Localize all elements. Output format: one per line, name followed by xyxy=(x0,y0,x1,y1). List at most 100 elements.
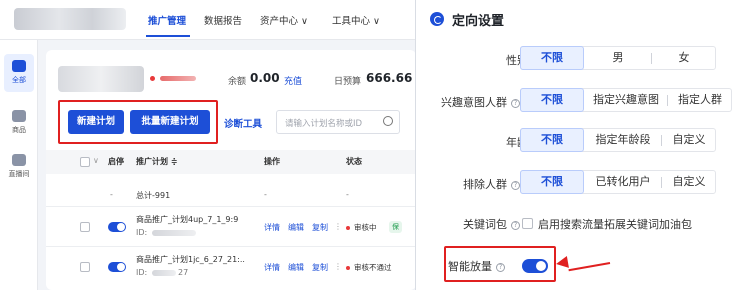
col-toggle: 启停 xyxy=(108,157,124,166)
highlight-box xyxy=(444,246,556,282)
age-option-custom[interactable]: 自定义 xyxy=(662,129,716,151)
balance-value: 0.00 xyxy=(250,71,280,85)
plan-id-suffix: 27 xyxy=(178,268,189,277)
sidebar-item-product[interactable]: 商品 xyxy=(0,110,38,135)
col-status: 状态 xyxy=(346,157,362,166)
plan-id-label: ID: xyxy=(136,228,148,237)
keyword-pack-label-text: 关键词包 xyxy=(463,218,507,231)
nav-tool-center[interactable]: 工具中心 ∨ xyxy=(332,13,380,27)
chevron-down-icon[interactable]: ∨ xyxy=(93,156,99,165)
gender-option-male[interactable]: 男 xyxy=(585,47,651,69)
top-navigation: 推广管理 数据报告 资产中心 ∨ 工具中心 ∨ xyxy=(0,0,415,40)
sidebar-item-label: 直播间 xyxy=(8,170,30,178)
interest-option-specified-audience[interactable]: 指定人群 xyxy=(668,89,732,111)
gender-segmented-control: 不限 男 女 xyxy=(520,46,716,70)
plan-name[interactable]: 商品推广_计划4up_7_1_9:9 xyxy=(136,214,238,225)
diagnose-tool-button[interactable]: 诊断工具 xyxy=(224,116,262,130)
balance-label: 余额 xyxy=(228,77,247,87)
summary-dash: - xyxy=(346,190,349,199)
gender-label: 性别 xyxy=(506,54,528,67)
blurred-account-status xyxy=(160,76,196,81)
row-divider xyxy=(46,246,415,247)
help-icon[interactable]: ? xyxy=(511,221,520,230)
nav-promotion-management[interactable]: 推广管理 xyxy=(148,13,186,27)
row-checkbox[interactable] xyxy=(80,262,90,272)
help-icon[interactable]: ? xyxy=(511,99,520,108)
plan-id-label: ID: xyxy=(136,268,148,277)
summary-dash: - xyxy=(264,190,267,199)
col-actions: 操作 xyxy=(264,157,280,166)
plan-name[interactable]: 商品推广_计划1jc_6_27_21:.. xyxy=(136,254,245,265)
exclude-audience-label-text: 排除人群 xyxy=(463,178,507,191)
search-input[interactable]: 请输入计划名称或ID xyxy=(276,110,400,134)
targeting-icon xyxy=(430,12,444,26)
nav-asset-center[interactable]: 资产中心 ∨ xyxy=(260,13,308,27)
exclude-option-custom[interactable]: 自定义 xyxy=(662,171,716,193)
row-enable-toggle[interactable] xyxy=(108,222,126,232)
col-plan[interactable]: 推广计划 ≑ xyxy=(136,156,178,167)
blurred-logo xyxy=(14,8,126,30)
copy-link[interactable]: 复制 xyxy=(312,262,328,273)
detail-link[interactable]: 详情 xyxy=(264,262,280,273)
exclude-option-unlimited[interactable]: 不限 xyxy=(520,170,584,194)
all-icon xyxy=(12,60,26,72)
nav-data-report[interactable]: 数据报告 xyxy=(204,13,242,27)
blurred-plan-id xyxy=(152,270,176,276)
ad-backend-panel: 推广管理 数据报告 资产中心 ∨ 工具中心 ∨ 全部 商品 直播间 余额 0.0… xyxy=(0,0,416,290)
detail-link[interactable]: 详情 xyxy=(264,222,280,233)
tv-icon xyxy=(12,154,26,166)
exclude-segmented-control: 不限 已转化用户 自定义 xyxy=(520,170,716,194)
lock-icon xyxy=(12,110,26,122)
age-option-range[interactable]: 指定年龄段 xyxy=(585,129,661,151)
keyword-boost-checkbox[interactable] xyxy=(522,218,533,229)
exclude-audience-label: 排除人群? xyxy=(420,176,520,192)
help-icon[interactable]: ? xyxy=(511,181,520,190)
edit-link[interactable]: 编辑 xyxy=(288,262,304,273)
interest-audience-label: 兴趣意图人群? xyxy=(420,94,520,110)
daily-budget-label: 日预算 xyxy=(334,77,362,87)
blurred-account-name xyxy=(58,66,144,92)
blurred-plan-id xyxy=(152,230,196,236)
interest-option-specified-intent[interactable]: 指定兴趣意图 xyxy=(585,89,667,111)
search-icon[interactable] xyxy=(383,116,393,126)
status-dot xyxy=(150,76,155,81)
row-checkbox[interactable] xyxy=(80,222,90,232)
keyword-pack-label: 关键词包? xyxy=(420,216,520,232)
row-divider xyxy=(46,206,415,207)
nav-active-underline xyxy=(146,35,190,37)
row-enable-toggle[interactable] xyxy=(108,262,126,272)
sidebar: 全部 商品 直播间 xyxy=(0,40,38,290)
composite-screenshot: 推广管理 数据报告 资产中心 ∨ 工具中心 ∨ 全部 商品 直播间 余额 0.0… xyxy=(0,0,746,290)
copy-link[interactable]: 复制 xyxy=(312,222,328,233)
more-icon[interactable]: ⋮ xyxy=(334,262,342,271)
highlight-box xyxy=(58,100,218,144)
status-tag: 保 xyxy=(389,221,402,233)
panel-title: 定向设置 xyxy=(452,14,505,29)
targeting-settings-panel: 定向设置 性别 不限 男 女 兴趣意图人群? 不限 指定兴趣意图 指定人群 年龄… xyxy=(418,0,746,290)
age-segmented-control: 不限 指定年龄段 自定义 xyxy=(520,128,716,152)
more-icon[interactable]: ⋮ xyxy=(334,222,342,231)
keyword-boost-checkbox-label[interactable]: 启用搜索流量拓展关键词加油包 xyxy=(538,216,692,232)
status-dot xyxy=(346,226,350,230)
age-label: 年龄 xyxy=(506,136,528,149)
exclude-option-converted[interactable]: 已转化用户 xyxy=(585,171,661,193)
status-text: 审核不通过 xyxy=(354,263,392,272)
age-option-unlimited[interactable]: 不限 xyxy=(520,128,584,152)
status-text: 审核中 xyxy=(354,223,377,232)
interest-audience-label-text: 兴趣意图人群 xyxy=(441,96,507,109)
sidebar-item-label: 全部 xyxy=(12,76,26,84)
daily-budget-value: 666.66 xyxy=(366,71,413,85)
interest-segmented-control: 不限 指定兴趣意图 指定人群 xyxy=(520,88,732,112)
arrow-annotation xyxy=(568,262,611,272)
recharge-link[interactable]: 充值 xyxy=(284,74,302,87)
gender-option-female[interactable]: 女 xyxy=(652,47,716,69)
search-placeholder: 请输入计划名称或ID xyxy=(285,119,363,129)
sidebar-item-live-room[interactable]: 直播间 xyxy=(0,154,38,179)
edit-link[interactable]: 编辑 xyxy=(288,222,304,233)
status-dot xyxy=(346,266,350,270)
summary-dash: - xyxy=(110,190,113,199)
select-all-checkbox[interactable] xyxy=(80,157,90,167)
gender-option-unlimited[interactable]: 不限 xyxy=(520,46,584,70)
interest-option-unlimited[interactable]: 不限 xyxy=(520,88,584,112)
sidebar-item-all[interactable]: 全部 xyxy=(0,60,38,85)
